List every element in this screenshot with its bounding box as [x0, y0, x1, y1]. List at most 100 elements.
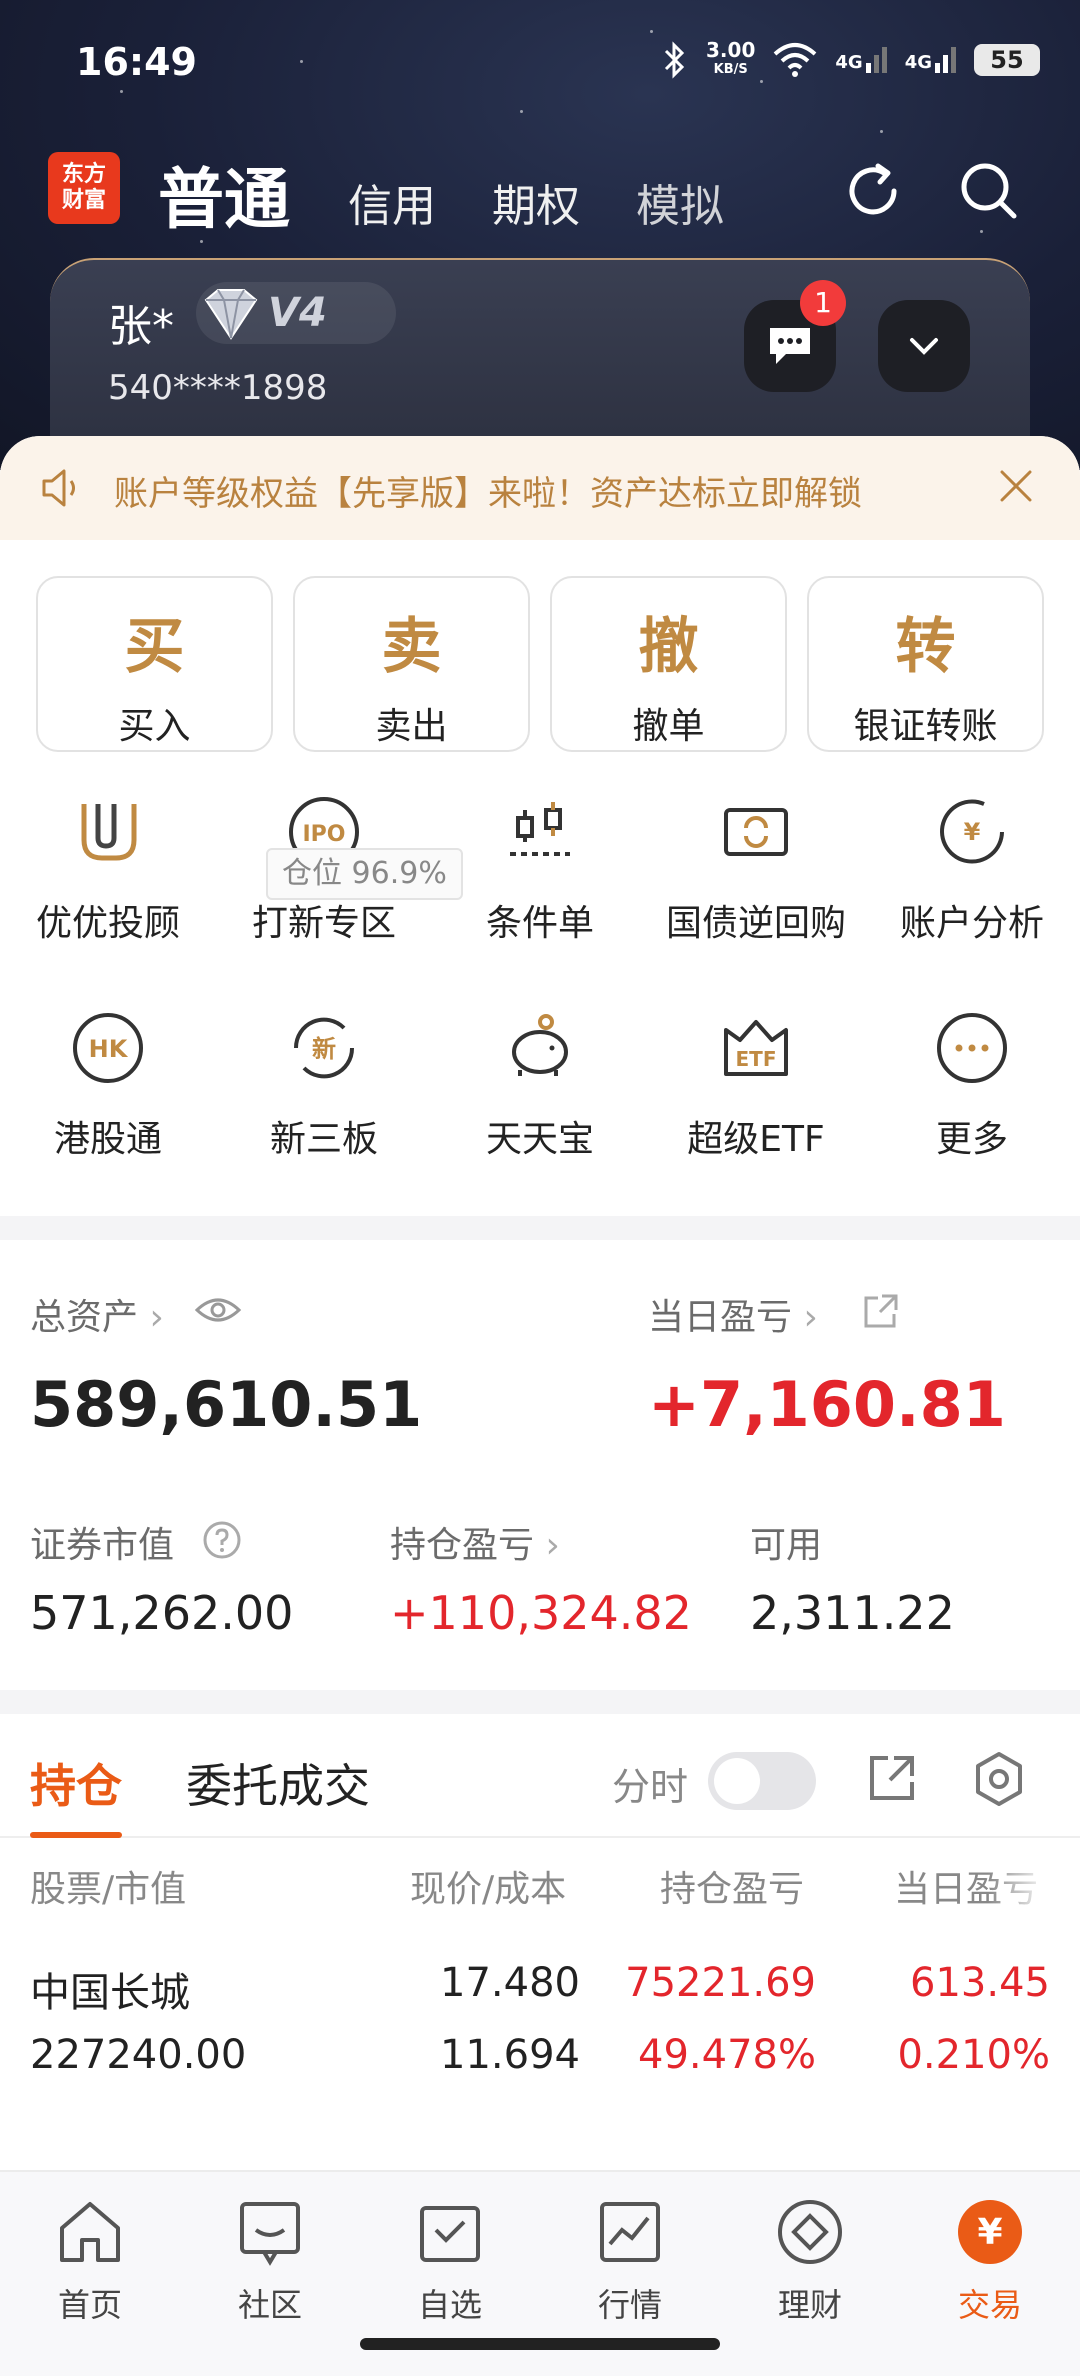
chat-icon: [770, 328, 810, 364]
available-label: 可用: [750, 1525, 823, 1566]
total-assets-label[interactable]: 总资产 ›: [30, 1288, 164, 1340]
diamond-icon: [204, 289, 258, 340]
account-switch-button[interactable]: [878, 300, 970, 392]
section-divider-2: [0, 1690, 1080, 1714]
stock-market-value: 227240.00: [30, 2032, 247, 2078]
market-chart-icon: [600, 2202, 660, 2262]
tab-credit[interactable]: 信用: [348, 170, 436, 234]
feature-hk-connect[interactable]: HK 港股通: [0, 1008, 216, 1162]
tab-holdings[interactable]: 持仓: [30, 1750, 122, 1838]
bluetooth-icon: [664, 41, 685, 79]
tab-simulated[interactable]: 模拟: [636, 170, 724, 234]
feature-new-third-board[interactable]: 新 新三板: [216, 1008, 432, 1162]
feature-super-etf[interactable]: ETF 超级ETF: [648, 1008, 864, 1162]
hk-icon: HK: [73, 1013, 143, 1083]
refresh-icon[interactable]: [838, 156, 908, 226]
signal-2: 4G: [905, 47, 956, 73]
feature-more[interactable]: 更多: [864, 1008, 1080, 1162]
etf-icon: ETF: [724, 1020, 788, 1076]
feature-grid-row2: HK 港股通 新 新三板 天天宝 ETF 超级ETF 更多: [0, 1008, 1080, 1162]
piggy-bank-icon: [512, 1014, 568, 1076]
trade-actions: 买买入 卖卖出 撤撤单 转银证转账: [36, 576, 1044, 752]
feature-youyou-advisor[interactable]: 优优投顾: [0, 792, 216, 946]
col-holding-pl: 持仓盈亏: [660, 1869, 805, 1910]
nav-home[interactable]: 首页: [0, 2196, 180, 2326]
watchlist-icon: [420, 2206, 480, 2262]
help-icon[interactable]: [202, 1520, 242, 1560]
nav-trade[interactable]: ¥ 交易: [900, 2196, 1080, 2326]
wealth-icon: [778, 2200, 842, 2264]
nav-wealth[interactable]: 理财: [720, 2196, 900, 2326]
network-speed: 3.00 KB/S: [706, 38, 756, 77]
speaker-icon: [42, 469, 75, 507]
bank-transfer-button[interactable]: 转银证转账: [807, 576, 1044, 752]
table-row[interactable]: 中国长城 227240.00 17.480 11.694 75221.69 49…: [0, 1940, 1080, 2106]
timeshare-label: 分时: [612, 1765, 689, 1809]
wifi-icon: [774, 43, 817, 77]
trade-yen-icon: ¥: [958, 2200, 1022, 2264]
nav-market[interactable]: 行情: [540, 2196, 720, 2326]
col-daily-pl: 当日盈亏: [894, 1869, 1039, 1910]
analysis-icon: ¥: [940, 799, 1004, 864]
eye-icon[interactable]: [194, 1294, 242, 1326]
chevron-down-icon: [910, 338, 938, 355]
svg-text:¥: ¥: [964, 818, 981, 846]
header-background: 16:49 3.00 KB/S 4G 4G 55 东方 财富 普通 信用 期权 模拟: [0, 0, 1080, 470]
clock: 16:49: [76, 40, 197, 84]
account-type-nav: 东方 财富 普通 信用 期权 模拟: [0, 140, 1080, 240]
daily-pl-label[interactable]: 当日盈亏 ›: [648, 1288, 818, 1340]
tab-normal[interactable]: 普通: [158, 146, 290, 242]
export-icon[interactable]: [866, 1752, 918, 1804]
notice-banner[interactable]: 账户等级权益【先享版】来啦！资产达标立即解锁: [0, 436, 1080, 540]
svg-text:¥: ¥: [977, 2212, 1002, 2253]
holding-pl-label[interactable]: 持仓盈亏 ›: [390, 1516, 560, 1568]
feature-grid-row1: 优优投顾 IPO 打新专区 条件单 国债逆回购 ¥ 账户分析: [0, 792, 1080, 946]
col-price: 现价/成本: [410, 1869, 567, 1910]
new-board-icon: 新: [293, 1017, 355, 1079]
cancel-order-button[interactable]: 撤撤单: [550, 576, 787, 752]
feature-account-analysis[interactable]: ¥ 账户分析: [864, 792, 1080, 946]
feature-conditional-order[interactable]: 条件单: [432, 792, 648, 946]
svg-text:HK: HK: [89, 1035, 129, 1063]
signal-1: 4G: [835, 47, 887, 73]
feature-reverse-repo[interactable]: 国债逆回购: [648, 792, 864, 946]
section-divider: [0, 1216, 1080, 1240]
available-value: 2,311.22: [750, 1586, 955, 1640]
vip-level: V4: [268, 290, 327, 336]
user-name: 张*: [108, 301, 174, 352]
current-price: 17.480: [440, 1960, 580, 2006]
position-ratio-badge: 仓位 96.9%: [266, 848, 463, 900]
nav-watchlist[interactable]: 自选: [360, 2196, 540, 2326]
daily-pl-value: +7,160.81: [648, 1368, 1006, 1441]
search-icon[interactable]: [954, 156, 1024, 226]
holding-pl: 75221.69: [625, 1960, 816, 2006]
nav-community[interactable]: 社区: [180, 2196, 360, 2326]
close-icon[interactable]: [996, 466, 1036, 506]
share-icon[interactable]: [862, 1292, 900, 1330]
battery-indicator: 55: [974, 44, 1040, 76]
daily-pl-pct: 0.210%: [897, 2032, 1050, 2078]
message-button[interactable]: 1: [744, 280, 846, 392]
daily-pl: 613.45: [910, 1960, 1050, 2006]
sell-button[interactable]: 卖卖出: [293, 576, 530, 752]
more-icon: [937, 1013, 1007, 1083]
cost-price: 11.694: [440, 2032, 580, 2078]
timeshare-toggle[interactable]: [708, 1752, 816, 1810]
stock-name: 中国长城: [30, 1970, 190, 2016]
home-indicator: [360, 2338, 720, 2350]
buy-button[interactable]: 买买入: [36, 576, 273, 752]
status-bar: 16:49 3.00 KB/S 4G 4G 55: [0, 0, 1080, 130]
settings-gear-icon[interactable]: [970, 1750, 1028, 1808]
community-icon: [240, 2202, 300, 2266]
feature-tiantianbao[interactable]: 天天宝: [432, 1008, 648, 1162]
svg-text:IPO: IPO: [302, 822, 345, 847]
total-assets-value: 589,610.51: [30, 1368, 423, 1441]
tab-options[interactable]: 期权: [492, 170, 580, 234]
holding-pl-pct: 49.478%: [638, 2032, 816, 2078]
tab-orders[interactable]: 委托成交: [186, 1750, 370, 1816]
notice-text: 账户等级权益【先享版】来啦！资产达标立即解锁: [114, 474, 862, 514]
svg-text:ETF: ETF: [736, 1047, 777, 1071]
candlestick-icon: [510, 802, 570, 856]
holdings-tabs: 持仓 委托成交 分时: [0, 1722, 1080, 1838]
repo-icon: [724, 808, 788, 856]
